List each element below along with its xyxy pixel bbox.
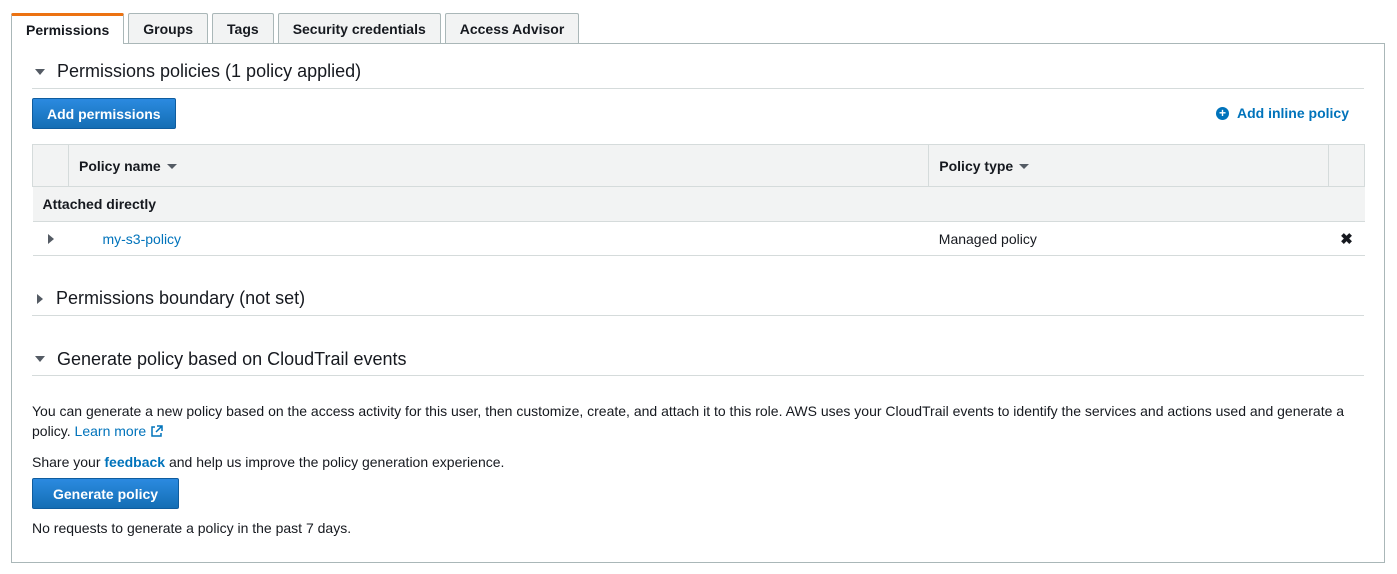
section-title: Permissions policies (1 policy applied)	[57, 61, 362, 81]
actions-column-header	[1327, 144, 1366, 187]
add-inline-policy-link[interactable]: + Add inline policy	[1215, 105, 1349, 121]
generate-status: No requests to generate a policy in the …	[32, 520, 352, 536]
section-title: Generate policy based on CloudTrail even…	[57, 348, 407, 369]
policy-name-link[interactable]: my-s3-policy	[102, 231, 181, 247]
external-link-icon	[151, 425, 163, 437]
feedback-link[interactable]: feedback	[104, 454, 165, 470]
add-inline-policy-label: Add inline policy	[1236, 105, 1349, 121]
feedback-prefix: Share your	[32, 454, 101, 470]
policies-table: Policy name Policy type Attached directl…	[32, 144, 1366, 256]
group-row: Attached directly	[32, 186, 1365, 222]
group-label: Attached directly	[32, 186, 1365, 222]
sort-caret-icon	[166, 164, 177, 170]
permissions-boundary-header[interactable]: Permissions boundary (not set)	[32, 282, 1364, 316]
generate-policy-button[interactable]: Generate policy	[32, 478, 180, 509]
caret-right-icon	[37, 293, 43, 304]
column-label: Policy name	[78, 157, 161, 174]
column-header-policy-type[interactable]: Policy type	[928, 144, 1329, 187]
section-title: Permissions boundary (not set)	[56, 288, 306, 308]
caret-down-icon	[35, 68, 45, 75]
permissions-policies-header[interactable]: Permissions policies (1 policy applied)	[32, 55, 1364, 89]
caret-right-icon[interactable]	[47, 233, 54, 244]
permissions-panel: Permissions policies (1 policy applied) …	[11, 43, 1385, 563]
description-text: You can generate a new policy based on t…	[32, 403, 1345, 439]
tab-bar: Permissions Groups Tags Security credent…	[11, 13, 583, 45]
plus-circle-icon: +	[1215, 106, 1229, 120]
tab-groups[interactable]: Groups	[128, 13, 209, 44]
column-header-policy-name[interactable]: Policy name	[67, 144, 930, 187]
feedback-line: Share your feedback and help us improve …	[32, 452, 1364, 472]
generate-description: You can generate a new policy based on t…	[32, 401, 1364, 441]
table-row: my-s3-policy Managed policy ✖	[32, 221, 1365, 256]
learn-more-link[interactable]: Learn more	[75, 423, 164, 439]
expand-column-header	[32, 144, 69, 187]
tab-access-advisor[interactable]: Access Advisor	[444, 13, 580, 44]
tab-tags[interactable]: Tags	[212, 13, 274, 44]
sort-caret-icon	[1019, 164, 1030, 170]
caret-down-icon	[35, 356, 45, 362]
column-label: Policy type	[939, 157, 1014, 174]
policy-type-cell: Managed policy	[928, 221, 1329, 256]
remove-icon[interactable]: ✖	[1340, 231, 1353, 248]
tab-permissions[interactable]: Permissions	[11, 13, 125, 45]
feedback-suffix: and help us improve the policy generatio…	[168, 454, 505, 470]
add-permissions-button[interactable]: Add permissions	[32, 98, 176, 129]
learn-more-label: Learn more	[74, 423, 147, 439]
generate-policy-header[interactable]: Generate policy based on CloudTrail even…	[32, 343, 1364, 376]
tab-security-credentials[interactable]: Security credentials	[277, 13, 441, 44]
expand-cell[interactable]	[32, 221, 69, 256]
